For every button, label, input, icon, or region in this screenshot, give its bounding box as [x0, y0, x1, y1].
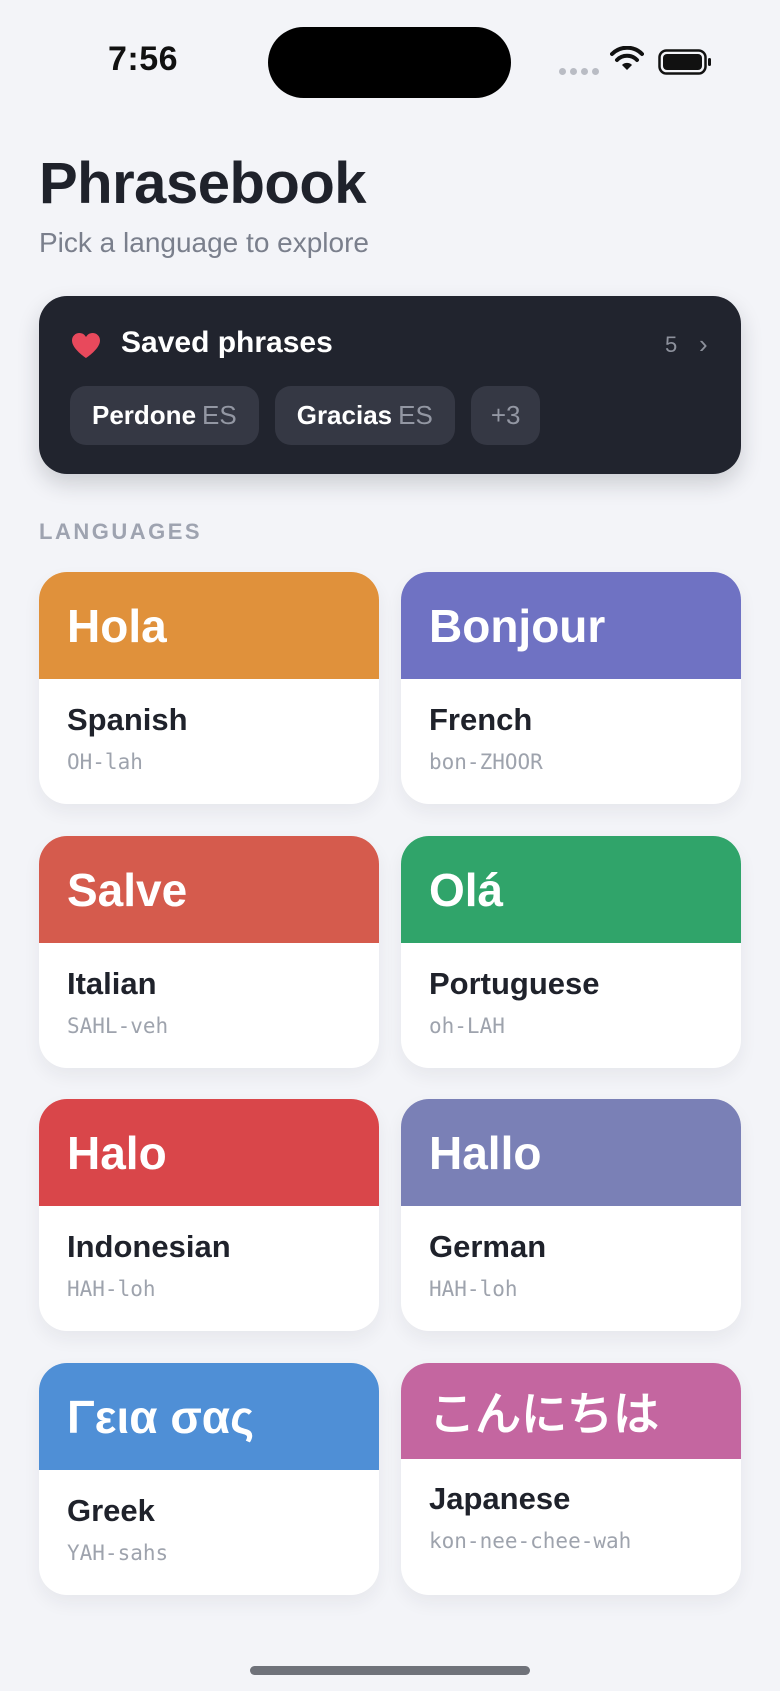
language-card-french[interactable]: Bonjour French bon-ZHOOR [401, 572, 741, 804]
language-card-japanese[interactable]: こんにちは Japanese kon-nee-chee-wah [401, 1363, 741, 1595]
phrasebook-screen: 7:56 Phrasebook Pick a language to explo… [0, 0, 780, 1691]
battery-icon [658, 49, 711, 75]
greeting-banner: Salve [39, 836, 379, 943]
greeting-banner: Γεια σας [39, 1363, 379, 1470]
greeting-banner: こんにちは [401, 1363, 741, 1459]
chip-phrase: Perdone [92, 400, 197, 430]
dynamic-island [268, 27, 511, 98]
cellular-signal-icon [559, 68, 599, 75]
pronunciation: OH-lah [67, 750, 143, 774]
greeting-banner: Halo [39, 1099, 379, 1206]
language-card-indonesian[interactable]: Halo Indonesian HAH-loh [39, 1099, 379, 1331]
saved-phrase-chips: Perdone ES Gracias ES +3 [70, 386, 541, 445]
wifi-icon [610, 46, 644, 70]
more-saved-chip[interactable]: +3 [470, 386, 541, 445]
pronunciation: HAH-loh [67, 1277, 156, 1301]
chevron-right-icon: › [699, 329, 708, 359]
language-name: Indonesian [67, 1229, 231, 1264]
greeting-banner: Olá [401, 836, 741, 943]
language-name: Greek [67, 1493, 155, 1528]
status-time: 7:56 [108, 40, 179, 78]
pronunciation: oh-LAH [429, 1014, 505, 1038]
saved-count-badge: 5 [665, 332, 678, 357]
saved-phrase-chip[interactable]: Perdone ES [70, 386, 259, 445]
pronunciation: YAH-sahs [67, 1541, 169, 1565]
pronunciation: HAH-loh [429, 1277, 518, 1301]
saved-phrases-card[interactable]: Saved phrases 5 › Perdone ES Gracias ES … [39, 296, 741, 474]
language-name: German [429, 1229, 547, 1264]
language-name: Italian [67, 966, 157, 1001]
pronunciation: SAHL-veh [67, 1014, 169, 1038]
saved-phrase-chip[interactable]: Gracias ES [274, 386, 455, 445]
language-name: Spanish [67, 702, 188, 737]
greeting-banner: Bonjour [401, 572, 741, 679]
page-title: Phrasebook [39, 151, 367, 216]
language-card-italian[interactable]: Salve Italian SAHL-veh [39, 836, 379, 1068]
home-indicator[interactable] [250, 1666, 530, 1675]
heart-icon [72, 333, 100, 358]
language-name: Japanese [429, 1481, 571, 1516]
language-name: French [429, 702, 533, 737]
pronunciation: kon-nee-chee-wah [429, 1529, 632, 1553]
section-label-languages: LANGUAGES [39, 519, 203, 544]
pronunciation: bon-ZHOOR [429, 750, 543, 774]
greeting-banner: Hallo [401, 1099, 741, 1206]
page-subtitle: Pick a language to explore [39, 227, 369, 258]
language-name: Portuguese [429, 966, 600, 1001]
language-card-greek[interactable]: Γεια σας Greek YAH-sahs [39, 1363, 379, 1595]
language-card-portuguese[interactable]: Olá Portuguese oh-LAH [401, 836, 741, 1068]
language-card-german[interactable]: Hallo German HAH-loh [401, 1099, 741, 1331]
greeting-banner: Hola [39, 572, 379, 679]
chip-phrase: Gracias [296, 400, 393, 430]
saved-phrases-title: Saved phrases [121, 326, 333, 359]
chip-language-code: ES [398, 400, 433, 430]
chip-language-code: ES [202, 400, 237, 430]
language-card-spanish[interactable]: Hola Spanish OH-lah [39, 572, 379, 804]
